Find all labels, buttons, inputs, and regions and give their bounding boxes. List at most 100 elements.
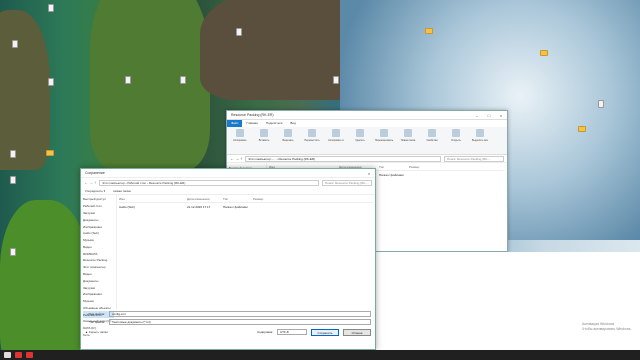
tab-view[interactable]: Вид bbox=[286, 120, 299, 127]
activation-watermark: Активация Windows Чтобы активировать Win… bbox=[582, 322, 631, 332]
nav-item[interactable]: Быстрый доступ bbox=[83, 196, 114, 203]
tab-home[interactable]: Главная bbox=[242, 120, 261, 127]
close-icon[interactable]: × bbox=[495, 113, 507, 118]
column-size[interactable]: Размер bbox=[409, 165, 439, 169]
row-type: Папка с файлами bbox=[223, 205, 248, 209]
nav-item[interactable]: Музыка bbox=[83, 298, 114, 305]
dialog-title: Сохранение bbox=[85, 171, 105, 175]
nav-item[interactable]: Загрузки bbox=[83, 284, 114, 291]
taskbar bbox=[0, 350, 640, 360]
app-icon[interactable] bbox=[26, 352, 33, 358]
desktop-file-icon[interactable] bbox=[125, 76, 131, 84]
column-type[interactable]: Тип bbox=[223, 197, 253, 201]
desktop-file-icon[interactable] bbox=[333, 76, 339, 84]
nav-item[interactable]: Загрузки bbox=[83, 210, 114, 217]
desktop-file-icon[interactable] bbox=[10, 176, 16, 184]
explorer-title: Resource Packing (RK-ER) bbox=[231, 113, 274, 117]
desktop-file-icon[interactable] bbox=[180, 76, 186, 84]
minimize-icon[interactable]: – bbox=[471, 113, 483, 118]
desktop-file-icon[interactable] bbox=[10, 248, 16, 256]
dialog-titlebar[interactable]: Сохранение × bbox=[81, 169, 375, 178]
nav-item[interactable]: Resource Packing bbox=[83, 257, 114, 264]
ribbon-label: Копировать в bbox=[328, 139, 344, 142]
desktop-folder-icon[interactable] bbox=[578, 126, 586, 132]
cancel-button[interactable]: Отмена bbox=[343, 328, 371, 336]
filetype-select[interactable]: Текстовые документы (*.txt) bbox=[109, 319, 371, 325]
ribbon-label: Копировать bbox=[233, 139, 247, 142]
ribbon-paste-button[interactable]: Вставить bbox=[255, 129, 273, 152]
ribbon-properties-button[interactable]: Свойства bbox=[423, 129, 441, 152]
desktop-file-icon[interactable] bbox=[598, 100, 604, 108]
desktop-file-icon[interactable] bbox=[10, 150, 16, 158]
nav-item[interactable]: Видео bbox=[83, 271, 114, 278]
nav-arrows-icon[interactable]: ← → ↑ bbox=[84, 180, 96, 185]
properties-icon bbox=[428, 129, 436, 137]
ribbon-copyto-button[interactable]: Копировать в bbox=[327, 129, 345, 152]
ribbon-move-button[interactable]: Переместить bbox=[303, 129, 321, 152]
save-button[interactable]: Сохранить bbox=[311, 328, 339, 336]
ribbon-label: Выделить все bbox=[471, 139, 489, 142]
dialog-address-bar: ← → ↑ Этот компьютер › Рабочий стол › Re… bbox=[81, 178, 375, 187]
ribbon-open-button[interactable]: Открыть bbox=[447, 129, 465, 152]
nav-item[interactable]: Изображения bbox=[83, 223, 114, 230]
nav-item[interactable]: Изображения bbox=[83, 291, 114, 298]
ribbon-label: Удалить bbox=[355, 139, 365, 142]
tab-file[interactable]: Файл bbox=[227, 120, 243, 127]
wallpaper-cliff bbox=[0, 200, 90, 360]
dialog-footer: ▲ Скрыть папки Кодировка: UTF-8 Сохранит… bbox=[81, 326, 375, 338]
ribbon-newfolder-button[interactable]: Новая папка bbox=[399, 129, 417, 152]
nav-arrows-icon[interactable]: ← → ↑ bbox=[230, 156, 242, 161]
select-all-icon bbox=[476, 129, 484, 137]
nav-item[interactable]: Документы bbox=[83, 277, 114, 284]
hide-folders-button[interactable]: ▲ Скрыть папки bbox=[85, 330, 108, 334]
start-icon[interactable] bbox=[4, 352, 11, 358]
search-input[interactable]: Поиск: Resource Packing (RK-... bbox=[444, 155, 504, 162]
ribbon-label: Свойства bbox=[426, 139, 438, 142]
new-folder-button[interactable]: Новая папка bbox=[113, 189, 131, 193]
maximize-icon[interactable]: □ bbox=[483, 113, 495, 118]
ribbon-cut-button[interactable]: Вырезать bbox=[279, 129, 297, 152]
column-type[interactable]: Тип bbox=[379, 165, 409, 169]
search-input[interactable]: Поиск: Resource Packing (RK-... bbox=[322, 179, 372, 186]
filename-row: Имя файла: config.xml bbox=[81, 310, 375, 318]
desktop-file-icon[interactable] bbox=[12, 40, 18, 48]
tab-share[interactable]: Поделиться bbox=[262, 120, 287, 127]
address-path[interactable]: Этот компьютер › Рабочий стол › Resource… bbox=[99, 179, 319, 186]
close-icon[interactable]: × bbox=[363, 171, 375, 176]
save-dialog[interactable]: Сохранение × ← → ↑ Этот компьютер › Рабо… bbox=[80, 168, 376, 350]
column-size[interactable]: Размер bbox=[253, 197, 283, 201]
app-icon[interactable] bbox=[15, 352, 22, 358]
ribbon-selectall-button[interactable]: Выделить все bbox=[471, 129, 489, 152]
dialog-toolbar: Упорядочить ▾ Новая папка bbox=[81, 187, 375, 194]
organize-button[interactable]: Упорядочить ▾ bbox=[85, 189, 105, 193]
nav-item[interactable]: Audio (Sub) bbox=[83, 230, 114, 237]
blank-area bbox=[376, 252, 640, 360]
desktop-file-icon[interactable] bbox=[48, 78, 54, 86]
nav-item[interactable]: Рабочий стол bbox=[83, 203, 114, 210]
explorer-titlebar[interactable]: Resource Packing (RK-ER) – □ × bbox=[227, 111, 507, 120]
column-date[interactable]: Дата изменения bbox=[187, 197, 223, 201]
encoding-select[interactable]: UTF-8 bbox=[277, 329, 307, 335]
explorer-ribbon-tabs: Файл Главная Поделиться Вид bbox=[227, 120, 507, 127]
address-path[interactable]: Этот компьютер › ... › Resource Packing … bbox=[245, 155, 441, 162]
wallpaper-cliff bbox=[0, 10, 50, 170]
table-row[interactable]: Audio (Sub) 21.12.2020 17:17 Папка с фай… bbox=[119, 203, 373, 209]
nav-item[interactable]: Музыка bbox=[83, 237, 114, 244]
dialog-nav-pane: Быстрый доступ Рабочий стол Загрузки Док… bbox=[81, 195, 117, 337]
desktop-folder-icon[interactable] bbox=[540, 50, 548, 56]
desktop-folder-icon[interactable] bbox=[46, 150, 54, 156]
ribbon-copy-button[interactable]: Копировать bbox=[231, 129, 249, 152]
filename-field[interactable]: config.xml bbox=[109, 311, 371, 317]
row-type: Папка с файлами bbox=[379, 173, 404, 177]
ribbon-rename-button[interactable]: Переименовать bbox=[375, 129, 393, 152]
nav-item[interactable]: Видео bbox=[83, 243, 114, 250]
column-name[interactable]: Имя bbox=[119, 197, 187, 201]
nav-item[interactable]: Этот компьютер bbox=[83, 264, 114, 271]
row-date: 21.12.2020 17:17 bbox=[187, 205, 211, 209]
desktop-file-icon[interactable] bbox=[236, 28, 242, 36]
ribbon-delete-button[interactable]: Удалить bbox=[351, 129, 369, 152]
nav-item[interactable]: Документы bbox=[83, 216, 114, 223]
nav-item[interactable]: ROMDATA bbox=[83, 250, 114, 257]
desktop-folder-icon[interactable] bbox=[425, 28, 433, 34]
desktop-file-icon[interactable] bbox=[48, 4, 54, 12]
